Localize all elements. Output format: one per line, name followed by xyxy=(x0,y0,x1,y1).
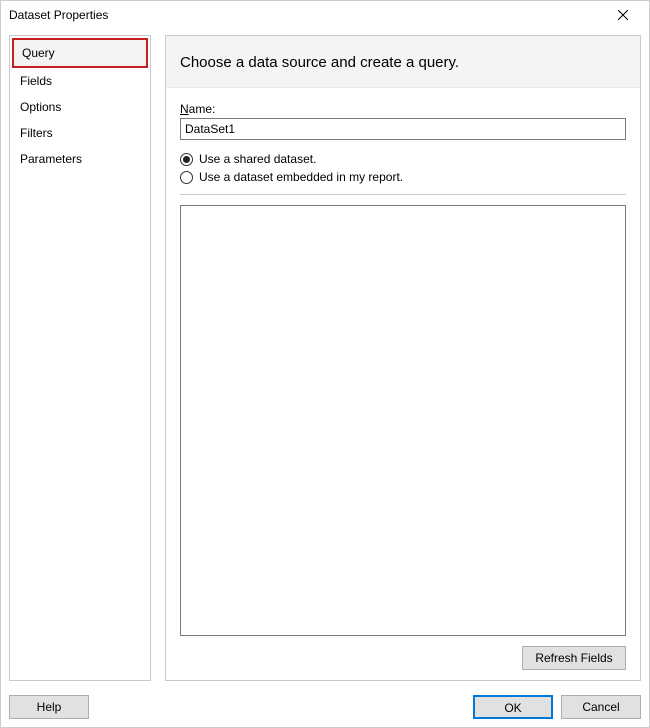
radio-label: Use a dataset embedded in my report. xyxy=(199,170,403,184)
dialog-footer: Help OK Cancel xyxy=(1,687,649,727)
ok-button[interactable]: OK xyxy=(473,695,553,719)
titlebar: Dataset Properties xyxy=(1,1,649,29)
query-listbox[interactable] xyxy=(180,205,626,636)
sidebar-item-label: Filters xyxy=(20,126,53,140)
sidebar-item-query[interactable]: Query xyxy=(12,38,148,68)
main-panel: Choose a data source and create a query.… xyxy=(165,35,641,681)
sidebar-item-label: Query xyxy=(22,46,55,60)
dataset-properties-dialog: Dataset Properties Query Fields Options … xyxy=(0,0,650,728)
radio-shared-dataset[interactable]: Use a shared dataset. xyxy=(180,150,626,168)
sidebar-item-label: Options xyxy=(20,100,61,114)
refresh-fields-button[interactable]: Refresh Fields xyxy=(522,646,626,670)
cancel-button[interactable]: Cancel xyxy=(561,695,641,719)
close-icon xyxy=(618,10,628,20)
sidebar-item-filters[interactable]: Filters xyxy=(12,120,148,146)
name-input[interactable] xyxy=(180,118,626,140)
name-label: Name: xyxy=(180,102,626,116)
radio-label: Use a shared dataset. xyxy=(199,152,316,166)
sidebar-item-parameters[interactable]: Parameters xyxy=(12,146,148,172)
window-title: Dataset Properties xyxy=(9,8,108,22)
sidebar-item-label: Parameters xyxy=(20,152,82,166)
refresh-row: Refresh Fields xyxy=(180,636,626,670)
main-body: Name: Use a shared dataset. Use a datase… xyxy=(166,88,640,680)
sidebar-item-options[interactable]: Options xyxy=(12,94,148,120)
dataset-type-radio-group: Use a shared dataset. Use a dataset embe… xyxy=(180,150,626,186)
help-button[interactable]: Help xyxy=(9,695,89,719)
radio-icon xyxy=(180,171,193,184)
radio-embedded-dataset[interactable]: Use a dataset embedded in my report. xyxy=(180,168,626,186)
sidebar-item-fields[interactable]: Fields xyxy=(12,68,148,94)
sidebar: Query Fields Options Filters Parameters xyxy=(9,35,151,681)
sidebar-item-label: Fields xyxy=(20,74,52,88)
divider xyxy=(180,194,626,195)
close-button[interactable] xyxy=(605,4,641,26)
radio-icon xyxy=(180,153,193,166)
main-header: Choose a data source and create a query. xyxy=(166,36,640,88)
dialog-body: Query Fields Options Filters Parameters … xyxy=(1,29,649,687)
